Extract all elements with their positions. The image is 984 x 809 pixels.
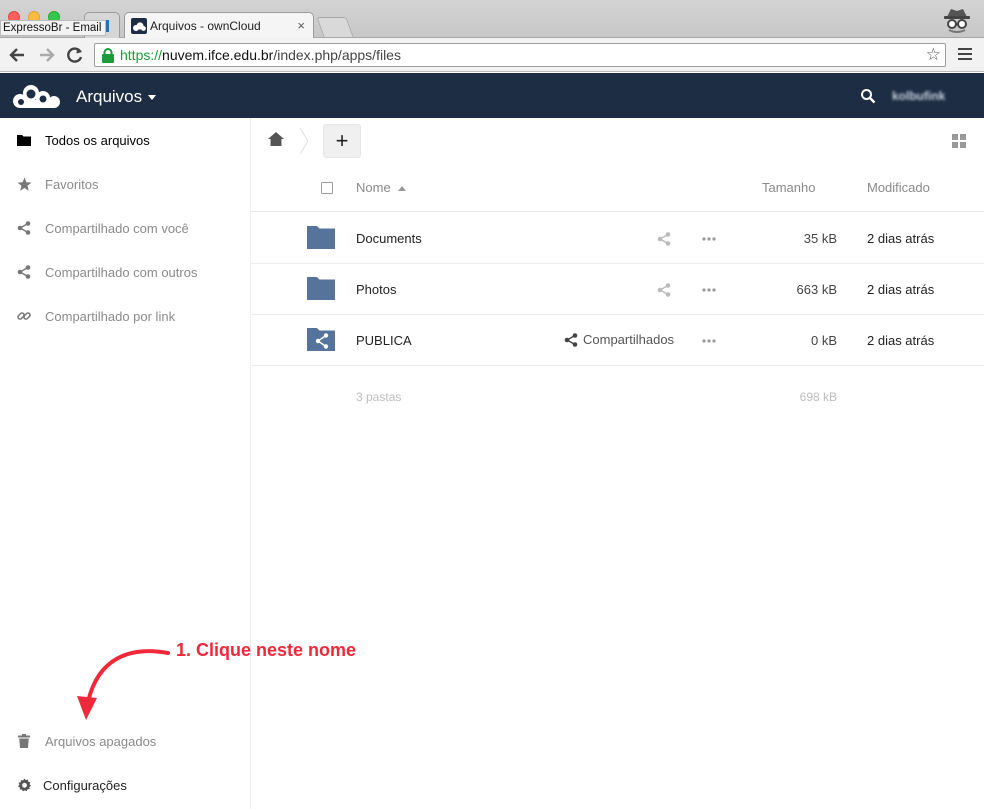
file-modified: 2 dias atrás <box>867 282 935 297</box>
folder-icon <box>307 277 335 300</box>
gear-icon <box>16 777 32 793</box>
sidebar-item-label: Compartilhado com outros <box>45 264 198 280</box>
url-scheme: https:// <box>120 47 163 63</box>
file-size: 35 kB <box>803 231 837 246</box>
column-header-size[interactable]: Tamanho <box>762 180 815 195</box>
sort-ascending-icon <box>397 186 406 192</box>
total-size: 698 kB <box>799 390 837 404</box>
address-bar[interactable]: https://nuvem.ifce.edu.br/index.php/apps… <box>94 43 946 67</box>
sidebar-item-favorites[interactable]: Favoritos <box>0 162 250 206</box>
browser-tab-strip: ExpressoBr - Email Arquivos - ownCloud × <box>0 0 984 38</box>
tab-owncloud[interactable]: Arquivos - ownCloud × <box>124 12 314 38</box>
tab-owncloud-label: Arquivos - ownCloud <box>150 18 261 33</box>
table-row[interactable]: Documents 35 kB 2 dias atrás <box>251 213 984 264</box>
lock-icon <box>102 48 114 63</box>
folder-count: 3 pastas <box>356 390 402 404</box>
annotation-arrow-icon <box>77 649 170 720</box>
sidebar-item-settings[interactable]: Configurações <box>0 763 250 807</box>
back-button[interactable] <box>6 44 28 66</box>
close-tab-icon[interactable]: × <box>297 18 305 33</box>
tab-expressobr-label[interactable]: ExpressoBr - Email <box>0 20 106 36</box>
app-title: Arquivos <box>76 87 143 106</box>
shared-folder-icon <box>307 328 335 351</box>
sidebar-item-shared-by-link[interactable]: Compartilhado por link <box>0 294 250 338</box>
browser-menu-icon[interactable] <box>958 48 972 62</box>
new-file-button[interactable]: + <box>323 124 361 158</box>
sidebar-item-label: Configurações <box>43 777 127 793</box>
file-size: 663 kB <box>796 282 837 297</box>
folder-icon <box>16 132 32 148</box>
app-header: Arquivos kolbufink <box>0 73 984 118</box>
browser-toolbar: https://nuvem.ifce.edu.br/index.php/apps… <box>0 38 984 72</box>
more-options-icon[interactable] <box>701 232 717 246</box>
file-summary: 3 pastas 698 kB <box>251 388 984 408</box>
link-icon <box>16 308 32 324</box>
forward-button[interactable] <box>36 44 58 66</box>
url-host: nuvem.ifce.edu.br <box>162 47 274 63</box>
table-row[interactable]: Photos 663 kB 2 dias atrás <box>251 264 984 315</box>
select-all-checkbox[interactable] <box>321 182 333 194</box>
new-tab-button[interactable] <box>316 17 354 37</box>
table-row[interactable]: PUBLICA Compartilhados 0 kB 2 dias atrás <box>251 315 984 366</box>
sidebar-item-label: Compartilhado com você <box>45 220 189 236</box>
annotation-text: 1. Clique neste nome <box>176 640 357 660</box>
search-icon[interactable] <box>860 88 876 104</box>
file-name[interactable]: Documents <box>356 231 422 246</box>
app-menu-toggle[interactable]: Arquivos <box>76 87 157 107</box>
sidebar-item-deleted-files[interactable]: Arquivos apagados <box>0 719 250 763</box>
sidebar-item-label: Compartilhado por link <box>45 308 176 324</box>
shared-label: Compartilhados <box>583 332 675 347</box>
share-icon <box>16 220 32 236</box>
file-modified: 2 dias atrás <box>867 231 935 246</box>
file-list-container: + Nome Tamanho Modificado Documents 35 k… <box>251 118 984 809</box>
forward-arrow-icon <box>40 48 55 62</box>
file-name[interactable]: PUBLICA <box>356 333 412 348</box>
shared-status[interactable]: Compartilhados <box>564 332 674 347</box>
breadcrumb-separator-icon <box>300 128 308 154</box>
home-icon[interactable] <box>268 132 284 146</box>
share-icon <box>16 264 32 280</box>
user-menu[interactable]: kolbufink <box>892 89 945 103</box>
caret-down-icon <box>148 95 157 101</box>
sidebar-item-shared-with-you[interactable]: Compartilhado com você <box>0 206 250 250</box>
file-name[interactable]: Photos <box>356 282 396 297</box>
url-path: /index.php/apps/files <box>273 47 401 63</box>
file-modified: 2 dias atrás <box>867 333 935 348</box>
column-header-name[interactable]: Nome <box>356 180 406 195</box>
share-icon[interactable] <box>657 232 671 246</box>
star-icon <box>16 176 32 192</box>
reload-icon <box>67 47 83 63</box>
column-header-modified[interactable]: Modificado <box>867 180 930 195</box>
incognito-icon <box>944 9 970 33</box>
column-header-name-label: Nome <box>356 180 391 195</box>
bookmark-star-icon[interactable]: ☆ <box>926 45 941 65</box>
url-text: https://nuvem.ifce.edu.br/index.php/apps… <box>120 47 401 63</box>
more-options-icon[interactable] <box>701 283 717 297</box>
sidebar-item-all-files[interactable]: Todos os arquivos <box>0 118 250 162</box>
sidebar-item-label: Favoritos <box>45 176 99 192</box>
sidebar-item-label: Todos os arquivos <box>45 132 150 148</box>
share-icon <box>564 332 578 347</box>
back-arrow-icon <box>9 48 24 62</box>
share-icon[interactable] <box>657 283 671 297</box>
file-table-header: Nome Tamanho Modificado <box>251 164 984 212</box>
sidebar-item-shared-with-others[interactable]: Compartilhado com outros <box>0 250 250 294</box>
more-options-icon[interactable] <box>701 334 717 348</box>
file-size: 0 kB <box>810 333 837 348</box>
trash-icon <box>16 733 32 749</box>
owncloud-logo-icon[interactable] <box>12 82 64 110</box>
folder-icon <box>307 226 335 249</box>
owncloud-favicon-icon <box>131 17 147 34</box>
grid-view-icon[interactable] <box>952 134 966 148</box>
reload-button[interactable] <box>64 44 86 66</box>
sidebar-item-label: Arquivos apagados <box>45 733 157 749</box>
